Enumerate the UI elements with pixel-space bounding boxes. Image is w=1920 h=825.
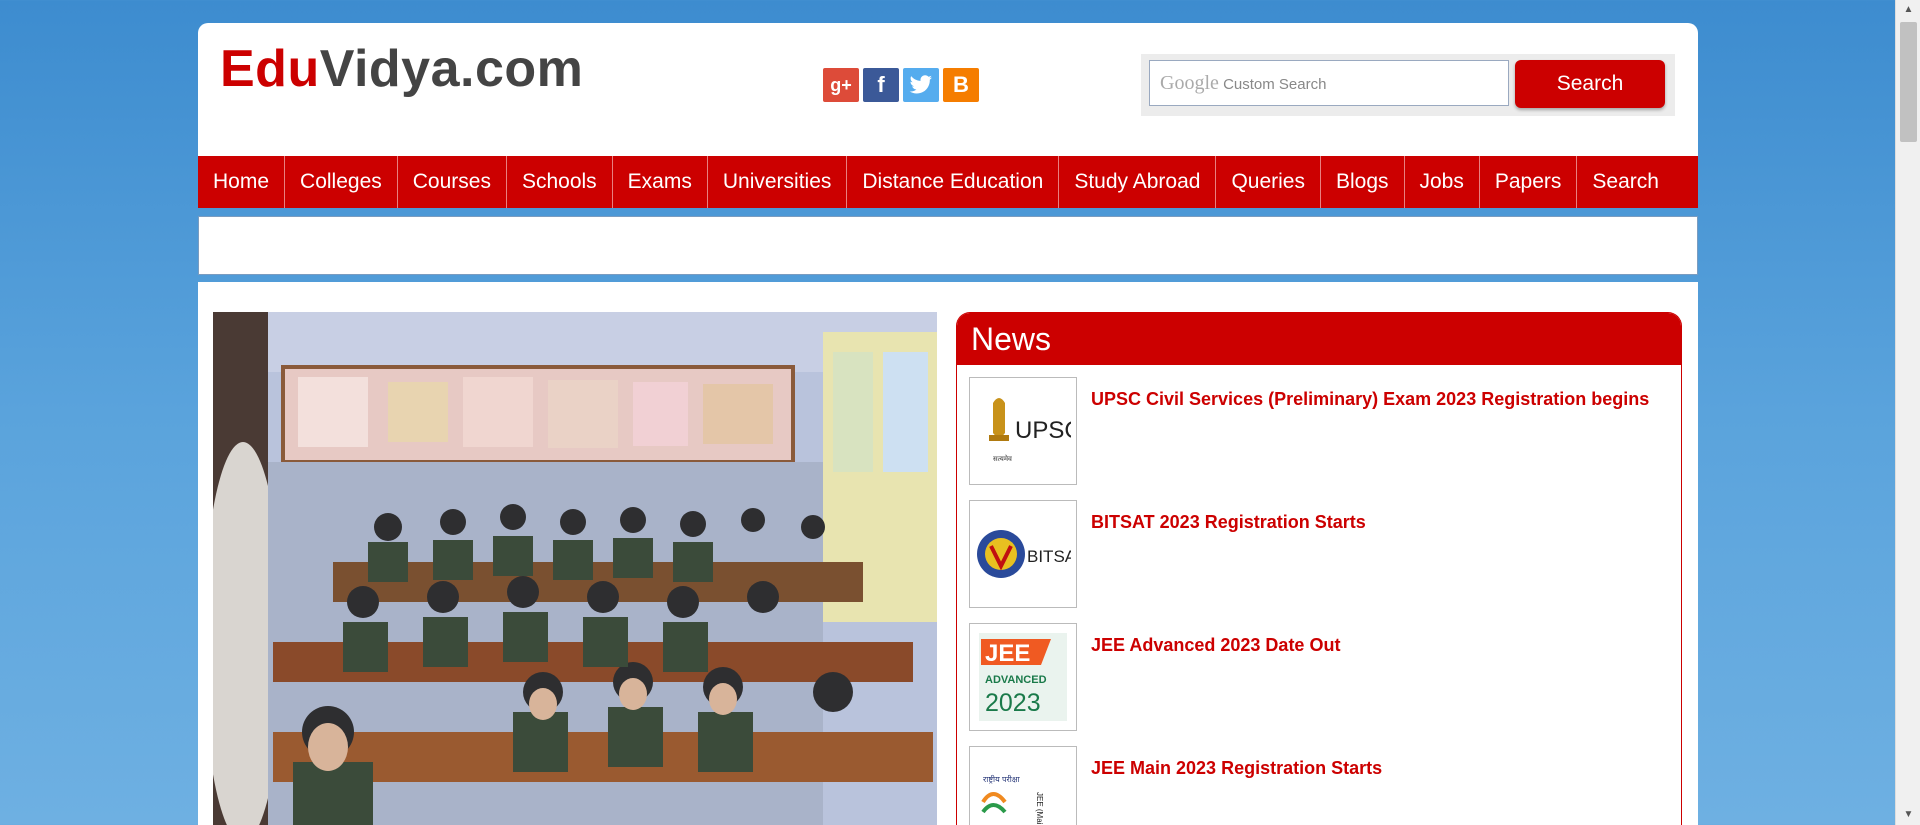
search-placeholder: Custom Search <box>1223 76 1327 93</box>
logo-part-vidya: Vidya.com <box>319 40 584 98</box>
page: EduVidya.com g+ f B Google Custom Search… <box>198 23 1698 825</box>
upsc-logo-thumbnail[interactable]: सत्यमेव UPSC <box>969 377 1077 485</box>
main-nav: Home Colleges Courses Schools Exams Univ… <box>198 156 1698 208</box>
search-input[interactable]: Google Custom Search <box>1149 60 1509 106</box>
news-thumb-label-mid: ADVANCED <box>985 674 1047 686</box>
news-thumb-label: BITSAT <box>1027 547 1071 566</box>
custom-search-box: Google Custom Search Search <box>1141 54 1675 116</box>
news-item-title[interactable]: UPSC Civil Services (Preliminary) Exam 2… <box>1091 389 1649 410</box>
ad-banner <box>198 216 1698 275</box>
search-button[interactable]: Search <box>1515 60 1665 108</box>
news-panel: News सत्यमेव UPSC UPSC Civil Services (P… <box>956 312 1682 825</box>
site-logo[interactable]: EduVidya.com <box>220 39 583 99</box>
jee-main-logo-thumbnail[interactable]: राष्ट्रीय परीक्षा JEE (Main) <box>969 746 1077 825</box>
news-item-title[interactable]: JEE Main 2023 Registration Starts <box>1091 758 1382 779</box>
news-thumb-label-top: JEE <box>985 640 1030 667</box>
news-item-title[interactable]: JEE Advanced 2023 Date Out <box>1091 635 1340 656</box>
page-scrollbar[interactable]: ▲ ▼ <box>1895 0 1920 825</box>
scroll-up-arrow-icon[interactable]: ▲ <box>1896 0 1920 20</box>
nav-item-home[interactable]: Home <box>198 156 286 208</box>
scroll-down-arrow-icon[interactable]: ▼ <box>1896 805 1920 825</box>
logo-part-edu: Edu <box>220 40 320 98</box>
nav-item-jobs[interactable]: Jobs <box>1405 156 1480 208</box>
twitter-icon[interactable] <box>903 68 939 102</box>
news-thumb-label: JEE (Main) <box>1035 792 1044 825</box>
nav-item-blogs[interactable]: Blogs <box>1321 156 1405 208</box>
site-header: EduVidya.com g+ f B Google Custom Search… <box>198 23 1698 156</box>
svg-text:राष्ट्रीय परीक्षा: राष्ट्रीय परीक्षा <box>983 774 1021 784</box>
nav-item-queries[interactable]: Queries <box>1216 156 1321 208</box>
nav-item-exams[interactable]: Exams <box>613 156 708 208</box>
news-thumb-label: UPSC <box>1015 417 1071 444</box>
nav-item-courses[interactable]: Courses <box>398 156 507 208</box>
main-content: News सत्यमेव UPSC UPSC Civil Services (P… <box>198 282 1698 825</box>
slideshow-image[interactable] <box>213 312 937 825</box>
social-links: g+ f B <box>823 68 979 102</box>
svg-text:सत्यमेव: सत्यमेव <box>993 454 1012 463</box>
news-item[interactable]: सत्यमेव UPSC UPSC Civil Services (Prelim… <box>969 377 1669 487</box>
nav-item-papers[interactable]: Papers <box>1480 156 1578 208</box>
news-thumb-label-bottom: 2023 <box>985 689 1041 717</box>
news-item[interactable]: JEE ADVANCED 2023 JEE Advanced 2023 Date… <box>969 623 1669 733</box>
news-item-title[interactable]: BITSAT 2023 Registration Starts <box>1091 512 1366 533</box>
scroll-thumb[interactable] <box>1900 22 1917 142</box>
google-plus-icon[interactable]: g+ <box>823 68 859 102</box>
nav-item-search[interactable]: Search <box>1577 156 1674 208</box>
jee-advanced-logo-thumbnail[interactable]: JEE ADVANCED 2023 <box>969 623 1077 731</box>
nav-item-schools[interactable]: Schools <box>507 156 613 208</box>
bitsat-logo-thumbnail[interactable]: BITSAT <box>969 500 1077 608</box>
nav-item-universities[interactable]: Universities <box>708 156 848 208</box>
news-item[interactable]: राष्ट्रीय परीक्षा JEE (Main) JEE Main 20… <box>969 746 1669 825</box>
nav-item-colleges[interactable]: Colleges <box>285 156 398 208</box>
nav-item-distance-education[interactable]: Distance Education <box>847 156 1060 208</box>
google-brand-label: Google <box>1160 72 1219 94</box>
facebook-icon[interactable]: f <box>863 68 899 102</box>
blogger-icon[interactable]: B <box>943 68 979 102</box>
news-item[interactable]: BITSAT BITSAT 2023 Registration Starts <box>969 500 1669 610</box>
news-heading: News <box>957 313 1681 365</box>
nav-item-study-abroad[interactable]: Study Abroad <box>1059 156 1217 208</box>
